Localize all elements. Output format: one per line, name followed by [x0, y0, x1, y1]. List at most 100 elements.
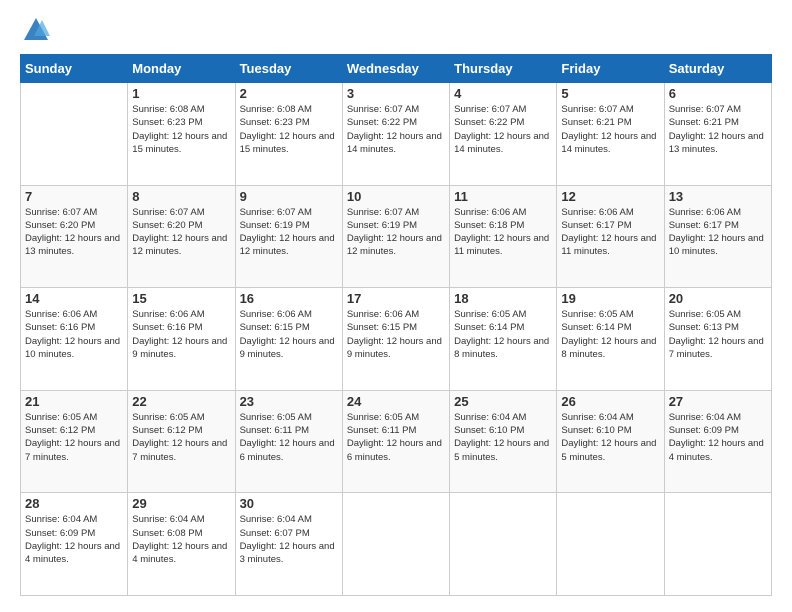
col-friday: Friday: [557, 55, 664, 83]
cell-info: Sunrise: 6:07 AMSunset: 6:20 PMDaylight:…: [25, 206, 123, 259]
table-row: [664, 493, 771, 596]
table-row: 24 Sunrise: 6:05 AMSunset: 6:11 PMDayligh…: [342, 390, 449, 493]
cell-info: Sunrise: 6:05 AMSunset: 6:12 PMDaylight:…: [25, 411, 123, 464]
table-row: 28Sunrise: 6:04 AMSunset: 6:09 PMDayligh…: [21, 493, 128, 596]
table-row: 11 Sunrise: 6:06 AMSunset: 6:18 PMDayligh…: [450, 185, 557, 288]
day-number: 1: [132, 86, 230, 101]
day-number: 10: [347, 189, 445, 204]
table-row: 27Sunrise: 6:04 AMSunset: 6:09 PMDayligh…: [664, 390, 771, 493]
day-number: 8: [132, 189, 230, 204]
table-row: 6Sunrise: 6:07 AMSunset: 6:21 PMDaylight…: [664, 83, 771, 186]
cell-info: Sunrise: 6:04 AMSunset: 6:07 PMDaylight:…: [240, 513, 338, 566]
cell-info: Sunrise: 6:04 AMSunset: 6:09 PMDaylight:…: [25, 513, 123, 566]
calendar-week-row: 21 Sunrise: 6:05 AMSunset: 6:12 PMDayligh…: [21, 390, 772, 493]
cell-info: Sunrise: 6:04 AMSunset: 6:09 PMDaylight:…: [669, 411, 767, 464]
cell-info: Sunrise: 6:08 AMSunset: 6:23 PMDaylight:…: [132, 103, 230, 156]
day-number: 30: [240, 496, 338, 511]
day-number: 22: [132, 394, 230, 409]
cell-info: Sunrise: 6:05 AMSunset: 6:11 PMDaylight:…: [347, 411, 445, 464]
cell-info: Sunrise: 6:07 AMSunset: 6:22 PMDaylight:…: [347, 103, 445, 156]
cell-info: Sunrise: 6:06 AMSunset: 6:15 PMDaylight:…: [240, 308, 338, 361]
cell-info: Sunrise: 6:07 AMSunset: 6:22 PMDaylight:…: [454, 103, 552, 156]
day-number: 21: [25, 394, 123, 409]
cell-info: Sunrise: 6:06 AMSunset: 6:15 PMDaylight:…: [347, 308, 445, 361]
calendar-week-row: 7 Sunrise: 6:07 AMSunset: 6:20 PMDaylight…: [21, 185, 772, 288]
cell-info: Sunrise: 6:07 AMSunset: 6:19 PMDaylight:…: [347, 206, 445, 259]
table-row: 16Sunrise: 6:06 AMSunset: 6:15 PMDayligh…: [235, 288, 342, 391]
table-row: 3 Sunrise: 6:07 AMSunset: 6:22 PMDaylight…: [342, 83, 449, 186]
logo: [20, 16, 50, 44]
day-number: 5: [561, 86, 659, 101]
col-tuesday: Tuesday: [235, 55, 342, 83]
col-saturday: Saturday: [664, 55, 771, 83]
cell-info: Sunrise: 6:07 AMSunset: 6:20 PMDaylight:…: [132, 206, 230, 259]
table-row: 9 Sunrise: 6:07 AMSunset: 6:19 PMDaylight…: [235, 185, 342, 288]
calendar-header-row: Sunday Monday Tuesday Wednesday Thursday…: [21, 55, 772, 83]
day-number: 15: [132, 291, 230, 306]
cell-info: Sunrise: 6:04 AMSunset: 6:10 PMDaylight:…: [561, 411, 659, 464]
day-number: 12: [561, 189, 659, 204]
table-row: [21, 83, 128, 186]
cell-info: Sunrise: 6:07 AMSunset: 6:19 PMDaylight:…: [240, 206, 338, 259]
day-number: 11: [454, 189, 552, 204]
day-number: 13: [669, 189, 767, 204]
day-number: 2: [240, 86, 338, 101]
calendar-week-row: 1 Sunrise: 6:08 AMSunset: 6:23 PMDaylight…: [21, 83, 772, 186]
table-row: 7 Sunrise: 6:07 AMSunset: 6:20 PMDaylight…: [21, 185, 128, 288]
col-monday: Monday: [128, 55, 235, 83]
day-number: 9: [240, 189, 338, 204]
table-row: 23Sunrise: 6:05 AMSunset: 6:11 PMDayligh…: [235, 390, 342, 493]
cell-info: Sunrise: 6:04 AMSunset: 6:10 PMDaylight:…: [454, 411, 552, 464]
day-number: 3: [347, 86, 445, 101]
cell-info: Sunrise: 6:06 AMSunset: 6:16 PMDaylight:…: [25, 308, 123, 361]
table-row: [450, 493, 557, 596]
cell-info: Sunrise: 6:07 AMSunset: 6:21 PMDaylight:…: [669, 103, 767, 156]
day-number: 23: [240, 394, 338, 409]
table-row: 2 Sunrise: 6:08 AMSunset: 6:23 PMDaylight…: [235, 83, 342, 186]
table-row: 10 Sunrise: 6:07 AMSunset: 6:19 PMDayligh…: [342, 185, 449, 288]
day-number: 17: [347, 291, 445, 306]
day-number: 29: [132, 496, 230, 511]
cell-info: Sunrise: 6:05 AMSunset: 6:13 PMDaylight:…: [669, 308, 767, 361]
day-number: 4: [454, 86, 552, 101]
table-row: 22 Sunrise: 6:05 AMSunset: 6:12 PMDayligh…: [128, 390, 235, 493]
day-number: 26: [561, 394, 659, 409]
table-row: 15 Sunrise: 6:06 AMSunset: 6:16 PMDayligh…: [128, 288, 235, 391]
cell-info: Sunrise: 6:05 AMSunset: 6:14 PMDaylight:…: [561, 308, 659, 361]
table-row: 26 Sunrise: 6:04 AMSunset: 6:10 PMDayligh…: [557, 390, 664, 493]
table-row: 5 Sunrise: 6:07 AMSunset: 6:21 PMDaylight…: [557, 83, 664, 186]
table-row: 4 Sunrise: 6:07 AMSunset: 6:22 PMDaylight…: [450, 83, 557, 186]
cell-info: Sunrise: 6:06 AMSunset: 6:17 PMDaylight:…: [669, 206, 767, 259]
table-row: 30 Sunrise: 6:04 AMSunset: 6:07 PMDayligh…: [235, 493, 342, 596]
day-number: 18: [454, 291, 552, 306]
cell-info: Sunrise: 6:06 AMSunset: 6:16 PMDaylight:…: [132, 308, 230, 361]
table-row: 12 Sunrise: 6:06 AMSunset: 6:17 PMDayligh…: [557, 185, 664, 288]
table-row: 25 Sunrise: 6:04 AMSunset: 6:10 PMDayligh…: [450, 390, 557, 493]
table-row: 20Sunrise: 6:05 AMSunset: 6:13 PMDayligh…: [664, 288, 771, 391]
table-row: 14 Sunrise: 6:06 AMSunset: 6:16 PMDayligh…: [21, 288, 128, 391]
day-number: 24: [347, 394, 445, 409]
day-number: 19: [561, 291, 659, 306]
table-row: 13 Sunrise: 6:06 AMSunset: 6:17 PMDayligh…: [664, 185, 771, 288]
cell-info: Sunrise: 6:05 AMSunset: 6:14 PMDaylight:…: [454, 308, 552, 361]
cell-info: Sunrise: 6:08 AMSunset: 6:23 PMDaylight:…: [240, 103, 338, 156]
logo-icon: [22, 16, 50, 44]
table-row: [557, 493, 664, 596]
day-number: 25: [454, 394, 552, 409]
cell-info: Sunrise: 6:06 AMSunset: 6:18 PMDaylight:…: [454, 206, 552, 259]
header: [20, 16, 772, 44]
cell-info: Sunrise: 6:04 AMSunset: 6:08 PMDaylight:…: [132, 513, 230, 566]
day-number: 14: [25, 291, 123, 306]
cell-info: Sunrise: 6:05 AMSunset: 6:12 PMDaylight:…: [132, 411, 230, 464]
table-row: [342, 493, 449, 596]
table-row: 8 Sunrise: 6:07 AMSunset: 6:20 PMDaylight…: [128, 185, 235, 288]
day-number: 7: [25, 189, 123, 204]
cell-info: Sunrise: 6:07 AMSunset: 6:21 PMDaylight:…: [561, 103, 659, 156]
table-row: 17 Sunrise: 6:06 AMSunset: 6:15 PMDayligh…: [342, 288, 449, 391]
col-thursday: Thursday: [450, 55, 557, 83]
calendar-week-row: 28Sunrise: 6:04 AMSunset: 6:09 PMDayligh…: [21, 493, 772, 596]
table-row: 29 Sunrise: 6:04 AMSunset: 6:08 PMDayligh…: [128, 493, 235, 596]
table-row: 18 Sunrise: 6:05 AMSunset: 6:14 PMDayligh…: [450, 288, 557, 391]
page: Sunday Monday Tuesday Wednesday Thursday…: [0, 0, 792, 612]
cell-info: Sunrise: 6:06 AMSunset: 6:17 PMDaylight:…: [561, 206, 659, 259]
